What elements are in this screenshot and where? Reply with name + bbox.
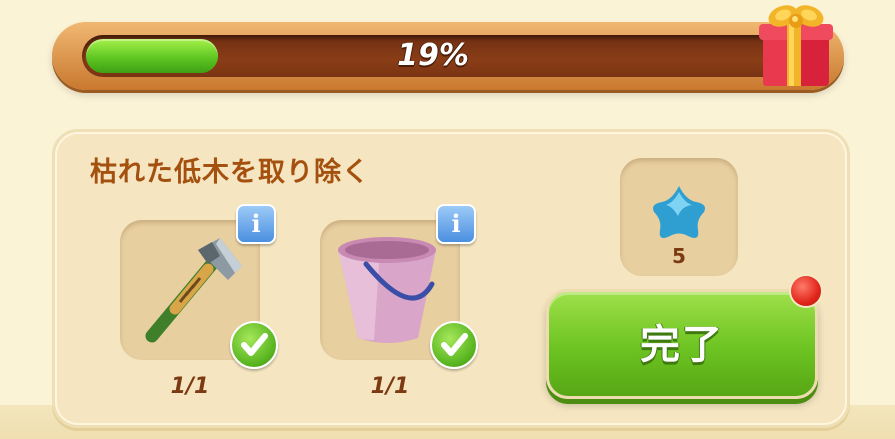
- notification-dot: [789, 274, 823, 308]
- reward-amount: 5: [672, 244, 686, 268]
- progress-percent: 19%: [397, 38, 469, 73]
- checkmark-icon: [441, 333, 468, 356]
- progress-track: 19%: [82, 35, 784, 77]
- complete-button[interactable]: 完了: [546, 289, 818, 399]
- check-badge: [430, 321, 478, 369]
- progress-bar: 19%: [52, 22, 844, 90]
- check-badge: [230, 321, 278, 369]
- checkmark-icon: [241, 333, 268, 356]
- complete-button-label: 完了: [640, 322, 724, 368]
- task-title: 枯れた低木を取り除く: [90, 157, 370, 188]
- item-count: 1/1: [370, 374, 410, 399]
- gift-box-icon[interactable]: [757, 0, 837, 92]
- item-count: 1/1: [170, 374, 210, 399]
- info-button[interactable]: i: [236, 204, 276, 244]
- info-button[interactable]: i: [436, 204, 476, 244]
